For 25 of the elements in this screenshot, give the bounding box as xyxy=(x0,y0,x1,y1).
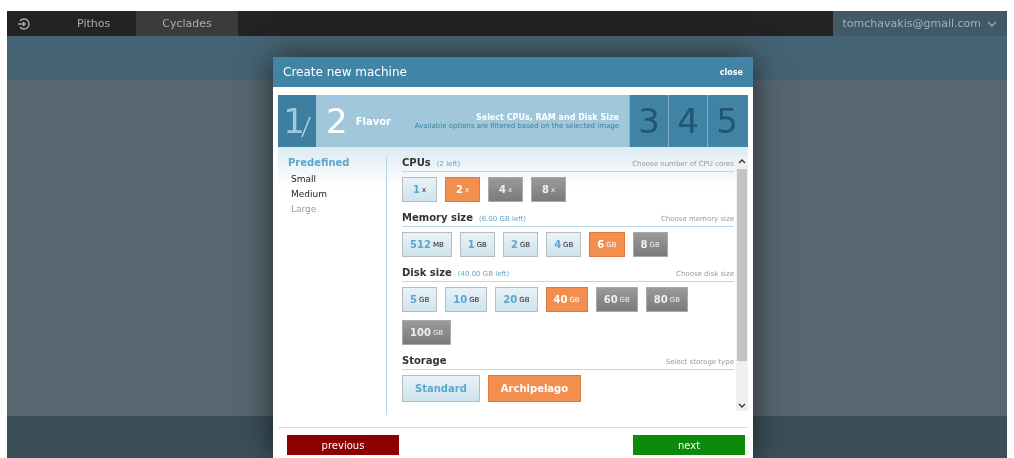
option-button[interactable]: Standard xyxy=(402,375,480,402)
section-title: Memory size xyxy=(402,212,473,223)
section-title: CPUs xyxy=(402,157,431,168)
preset-item[interactable]: Medium xyxy=(291,189,386,199)
previous-button[interactable]: previous xyxy=(287,435,399,455)
option-button[interactable]: Archipelago xyxy=(487,375,582,402)
nav-tab[interactable]: Cyclades xyxy=(136,11,238,36)
step-number: 1 xyxy=(283,104,305,138)
step-name: Flavor xyxy=(355,115,391,127)
nav-tab[interactable]: Pithos xyxy=(51,11,137,36)
step-heading: Select CPUs, RAM and Disk Size xyxy=(474,112,619,122)
user-menu[interactable]: tomchavakis@gmail.com xyxy=(832,11,1007,36)
step-tab[interactable]: 1 xyxy=(278,95,316,147)
dialog-title: Create new machine xyxy=(283,65,407,79)
predefined-title: Predefined xyxy=(288,157,351,168)
section-title: Disk size xyxy=(402,267,452,278)
preset-item[interactable]: Small xyxy=(291,174,386,184)
next-button[interactable]: next xyxy=(633,435,745,455)
step-number: 2 xyxy=(326,104,348,138)
check-slash-icon xyxy=(300,116,311,138)
scrollbar[interactable] xyxy=(736,157,748,411)
logout-icon[interactable] xyxy=(17,16,31,31)
section-title: Storage xyxy=(402,355,447,366)
close-link[interactable]: close xyxy=(719,67,743,77)
chevron-down-icon xyxy=(987,20,997,27)
